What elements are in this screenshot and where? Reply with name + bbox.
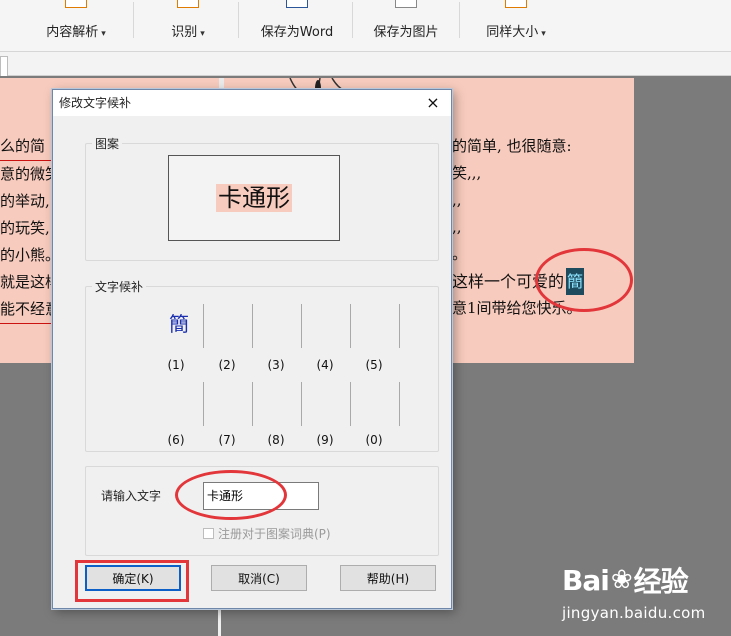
word-icon <box>286 0 308 8</box>
candidate-label-5[interactable]: (5) <box>363 358 385 372</box>
recognize-label: 识别 <box>171 25 198 40</box>
same-size-button[interactable]: 同样大小 ▾ <box>478 0 554 52</box>
dialog-title-bar: 修改文字候补 × <box>53 90 451 116</box>
watermark-logo-left: Bai <box>562 563 610 597</box>
ribbon-separator <box>352 2 353 38</box>
candidate-separator <box>203 382 204 426</box>
ribbon-separator <box>238 2 239 38</box>
text-line: 意的微笑 <box>0 165 61 183</box>
candidate-separator <box>399 304 400 348</box>
candidate-label-3[interactable]: (3) <box>265 358 287 372</box>
candidate-glyph-1[interactable]: 簡 <box>169 308 189 337</box>
register-pattern-checkbox-row[interactable]: 注册对于图案词典(P) <box>203 525 331 542</box>
cancel-button[interactable]: 取消(C) <box>211 565 307 591</box>
text-line: 的简单, 也很随意: <box>452 137 572 155</box>
close-icon[interactable]: × <box>423 93 443 113</box>
pattern-group-label: 图案 <box>92 135 123 152</box>
same-size-icon <box>505 0 527 8</box>
document-tab[interactable] <box>0 56 8 76</box>
dialog-title: 修改文字候补 <box>59 96 132 110</box>
edit-text-candidate-dialog: 修改文字候补 × 图案 卡通形 文字候补 簡 (1) (2) (3) (4) (… <box>52 89 452 609</box>
text-line: 的小熊。 <box>0 246 61 264</box>
candidate-label-0[interactable]: (0) <box>363 433 385 447</box>
candidate-separator <box>301 304 302 348</box>
same-size-label: 同样大小 <box>486 25 539 40</box>
save-as-image-button[interactable]: 保存为图片 <box>368 0 444 52</box>
input-label: 请输入文字 <box>101 489 162 503</box>
candidates-group-label: 文字候补 <box>92 278 147 295</box>
text-line: 能不经意 <box>0 296 61 324</box>
document-text-left: 么的简 意的微笑 的举动, 的玩笑, 的小熊。 就是这样 能不经意 <box>0 133 61 324</box>
baidu-jingyan-watermark: Bai ❀ 经验 jingyan.baidu.com <box>562 560 706 623</box>
watermark-url: jingyan.baidu.com <box>562 604 706 622</box>
candidate-separator <box>301 382 302 426</box>
chevron-down-icon: ▾ <box>200 29 205 39</box>
candidate-label-4[interactable]: (4) <box>314 358 336 372</box>
paw-icon: ❀ <box>610 565 633 595</box>
candidate-separator <box>350 304 351 348</box>
ribbon-toolbar: 内容解析 ▾ 识别 ▾ 保存为Word 保存为图片 同样大小 ▾ <box>0 0 731 52</box>
save-as-word-label: 保存为Word <box>260 25 334 40</box>
candidate-label-2[interactable]: (2) <box>216 358 238 372</box>
recognize-button[interactable]: 识别 ▾ <box>160 0 216 52</box>
content-analysis-label: 内容解析 <box>46 25 99 40</box>
text-line: 的玩笑, <box>0 219 50 237</box>
text-line: ,, <box>452 191 462 209</box>
pattern-text: 卡通形 <box>216 184 292 212</box>
annotation-rect-ok <box>75 560 189 602</box>
candidate-separator <box>252 382 253 426</box>
help-button[interactable]: 帮助(H) <box>340 565 436 591</box>
content-analysis-icon <box>65 0 87 8</box>
content-analysis-button[interactable]: 内容解析 ▾ <box>40 0 112 52</box>
ribbon-separator <box>133 2 134 38</box>
text-line: 就是这样 <box>0 273 61 291</box>
watermark-logo-right: 经验 <box>633 565 689 598</box>
annotation-circle-input <box>175 470 287 520</box>
text-line: 的举动, <box>0 192 50 210</box>
image-icon <box>395 0 417 8</box>
candidate-separator <box>399 382 400 426</box>
register-pattern-checkbox[interactable] <box>203 528 214 539</box>
candidate-label-9[interactable]: (9) <box>314 433 336 447</box>
recognize-icon <box>177 0 199 8</box>
save-as-image-label: 保存为图片 <box>373 25 439 40</box>
candidate-label-8[interactable]: (8) <box>265 433 287 447</box>
ribbon-separator <box>459 2 460 38</box>
register-pattern-label: 注册对于图案词典(P) <box>218 527 331 541</box>
chevron-down-icon: ▾ <box>541 29 546 39</box>
candidate-label-1[interactable]: (1) <box>165 358 187 372</box>
candidates-group: 文字候补 <box>85 278 439 452</box>
document-tab-strip <box>0 52 731 76</box>
text-line: 么的简 <box>0 133 61 161</box>
candidate-separator <box>203 304 204 348</box>
save-as-word-button[interactable]: 保存为Word <box>254 0 340 52</box>
candidate-separator <box>350 382 351 426</box>
text-line: ,, <box>452 218 462 236</box>
pattern-preview: 卡通形 <box>168 155 340 241</box>
text-line: 笑,,, <box>452 164 482 182</box>
chevron-down-icon: ▾ <box>101 29 106 39</box>
candidate-label-7[interactable]: (7) <box>216 433 238 447</box>
annotation-circle-char <box>535 248 633 312</box>
candidate-separator <box>252 304 253 348</box>
candidate-label-6[interactable]: (6) <box>165 433 187 447</box>
